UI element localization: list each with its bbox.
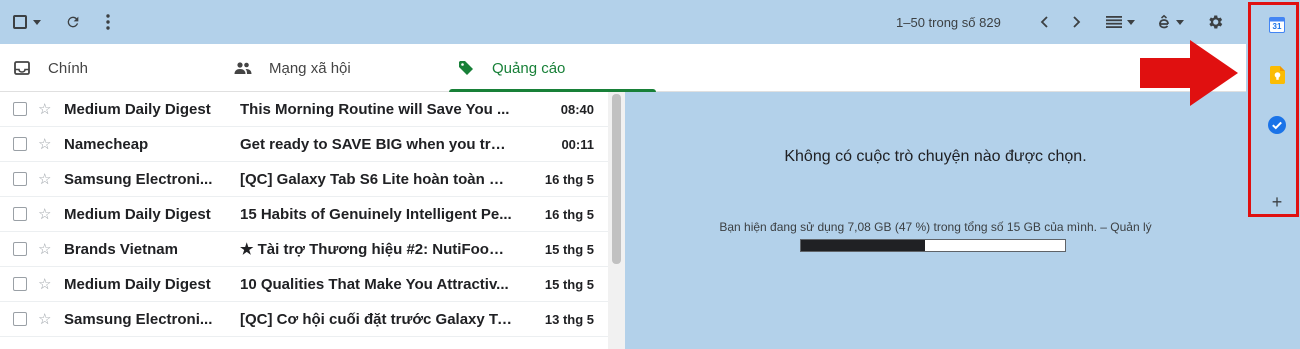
tab-primary[interactable]: Chính [12,44,222,92]
email-sender: Medium Daily Digest [64,275,211,293]
email-row[interactable]: ☆ Samsung Electroni... [QC] Cơ hội cuối … [0,302,608,337]
input-tools-icon [1158,14,1169,29]
people-icon [233,58,253,78]
row-checkbox[interactable] [13,277,27,291]
chevron-down-icon [33,19,41,25]
star-icon[interactable]: ☆ [38,310,51,328]
email-row[interactable]: ☆ Namecheap Get ready to SAVE BIG when y… [0,127,608,162]
category-tabs: Chính Mạng xã hội Quảng cáo [0,44,1246,92]
manage-storage-link[interactable]: Quản lý [1110,220,1151,234]
inbox-icon [12,58,32,78]
tab-label: Chính [48,59,89,77]
refresh-icon [67,16,79,28]
reading-pane: Không có cuộc trò chuyện nào được chọn. … [625,92,1246,349]
email-row[interactable]: ☆ Brands Vietnam ★ Tài trợ Thương hiệu #… [0,232,608,267]
email-subject: ★ Tài trợ Thương hiệu #2: NutiFood ... [240,241,512,258]
gear-icon [1209,15,1223,29]
email-date: 16 thg 5 [544,171,594,187]
email-list: ☆ Medium Daily Digest This Morning Routi… [0,92,608,349]
storage-usage-bar [800,239,1066,252]
refresh-button[interactable] [63,12,83,32]
email-subject: This Morning Routine will Save You ... [240,100,510,118]
tab-social[interactable]: Mạng xã hội [233,44,443,92]
tab-promotions[interactable]: Quảng cáo [456,44,656,92]
email-subject: 10 Qualities That Make You Attractiv... [240,275,509,293]
chevron-down-icon [1175,19,1184,25]
newer-button[interactable] [1035,12,1053,32]
email-subject: Get ready to SAVE BIG when you tran... [240,135,512,153]
email-row[interactable]: ☆ Medium Daily Digest 15 Habits of Genui… [0,197,608,232]
more-options-button[interactable] [100,12,116,32]
highlight-frame [1248,2,1299,217]
more-vert-icon [106,14,110,30]
input-tools-button[interactable] [1154,12,1186,32]
no-conversation-message: Không có cuộc trò chuyện nào được chọn. [784,148,1087,165]
email-sender: Brands Vietnam [64,240,178,258]
row-checkbox[interactable] [13,137,27,151]
tab-label: Mạng xã hội [269,59,351,77]
email-date: 13 thg 5 [544,311,594,327]
storage-usage-label: Bạn hiện đang sử dụng 7,08 GB (47 %) tro… [719,220,1111,234]
email-row[interactable]: ☆ Medium Daily Digest This Morning Routi… [0,92,608,127]
list-scrollbar-thumb[interactable] [612,94,621,264]
email-sender: Samsung Electroni... [64,310,213,328]
chevron-left-icon [1040,16,1048,28]
star-icon[interactable]: ☆ [38,240,51,258]
email-sender: Samsung Electroni... [64,170,213,188]
row-checkbox[interactable] [13,102,27,116]
email-subject: 15 Habits of Genuinely Intelligent Pe... [240,205,512,223]
email-date: 00:11 [561,136,594,152]
tag-icon [456,58,476,78]
email-subject: [QC] Galaxy Tab S6 Lite hoàn toàn m... [240,170,512,188]
star-icon[interactable]: ☆ [38,170,51,188]
star-icon[interactable]: ☆ [38,275,51,293]
toolbar: 1–50 trong số 829 [0,0,1246,44]
row-checkbox[interactable] [13,207,27,221]
row-checkbox[interactable] [13,312,27,326]
row-checkbox[interactable] [13,242,27,256]
settings-button[interactable] [1205,12,1225,32]
tab-label: Quảng cáo [492,59,566,77]
density-icon [1105,16,1122,28]
email-sender: Medium Daily Digest [64,205,211,223]
email-date: 15 thg 5 [544,276,594,292]
pager-text: 1–50 trong số 829 [896,14,1001,30]
chevron-right-icon [1073,16,1081,28]
checkbox-icon [13,15,27,29]
red-arrow-icon [1140,40,1238,106]
email-row[interactable]: ☆ Medium Daily Digest 10 Qualities That … [0,267,608,302]
chevron-down-icon [1126,19,1135,25]
density-button[interactable] [1104,12,1136,32]
select-all-checkbox[interactable] [12,13,42,31]
email-date: 15 thg 5 [544,241,594,257]
storage-usage-fill [801,240,926,251]
email-row[interactable]: ☆ Samsung Electroni... [QC] Galaxy Tab S… [0,162,608,197]
star-icon[interactable]: ☆ [38,135,51,153]
email-sender: Medium Daily Digest [64,100,211,118]
storage-usage-text: Bạn hiện đang sử dụng 7,08 GB (47 %) tro… [625,220,1246,234]
older-button[interactable] [1068,12,1086,32]
row-checkbox[interactable] [13,172,27,186]
email-sender: Namecheap [64,135,149,153]
star-icon[interactable]: ☆ [38,205,51,223]
email-date: 16 thg 5 [544,206,594,222]
star-icon[interactable]: ☆ [38,100,51,118]
email-subject: [QC] Cơ hội cuối đặt trước Galaxy Ta... [240,310,512,328]
email-date: 08:40 [560,101,594,117]
